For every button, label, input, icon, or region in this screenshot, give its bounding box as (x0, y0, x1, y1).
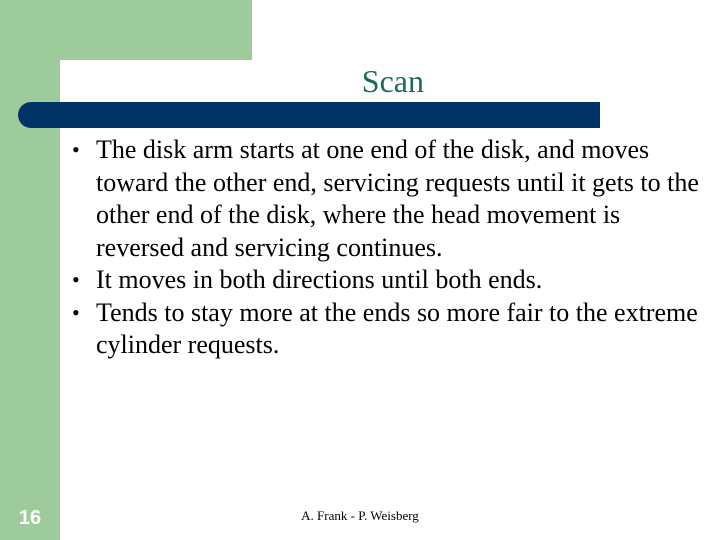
bullet-item: • It moves in both directions until both… (66, 264, 706, 297)
decorative-green-left-strip (0, 0, 60, 540)
bullet-icon: • (72, 267, 80, 292)
slide-body: • The disk arm starts at one end of the … (66, 134, 706, 362)
slide-number: 16 (18, 507, 42, 529)
bullet-text: It moves in both directions until both e… (96, 265, 543, 294)
content-area-rounded-corner (60, 60, 100, 100)
bullet-item: • The disk arm starts at one end of the … (66, 134, 706, 264)
bullet-text: The disk arm starts at one end of the di… (96, 135, 699, 262)
bullet-text: Tends to stay more at the ends so more f… (96, 297, 698, 360)
title-underline-bar (18, 102, 600, 128)
bullet-item: • Tends to stay more at the ends so more… (66, 297, 706, 362)
bullet-icon: • (72, 299, 80, 325)
bullet-icon: • (72, 137, 80, 162)
footer-authors: A. Frank - P. Weisberg (301, 508, 419, 523)
slide-title: Scan (361, 63, 424, 99)
